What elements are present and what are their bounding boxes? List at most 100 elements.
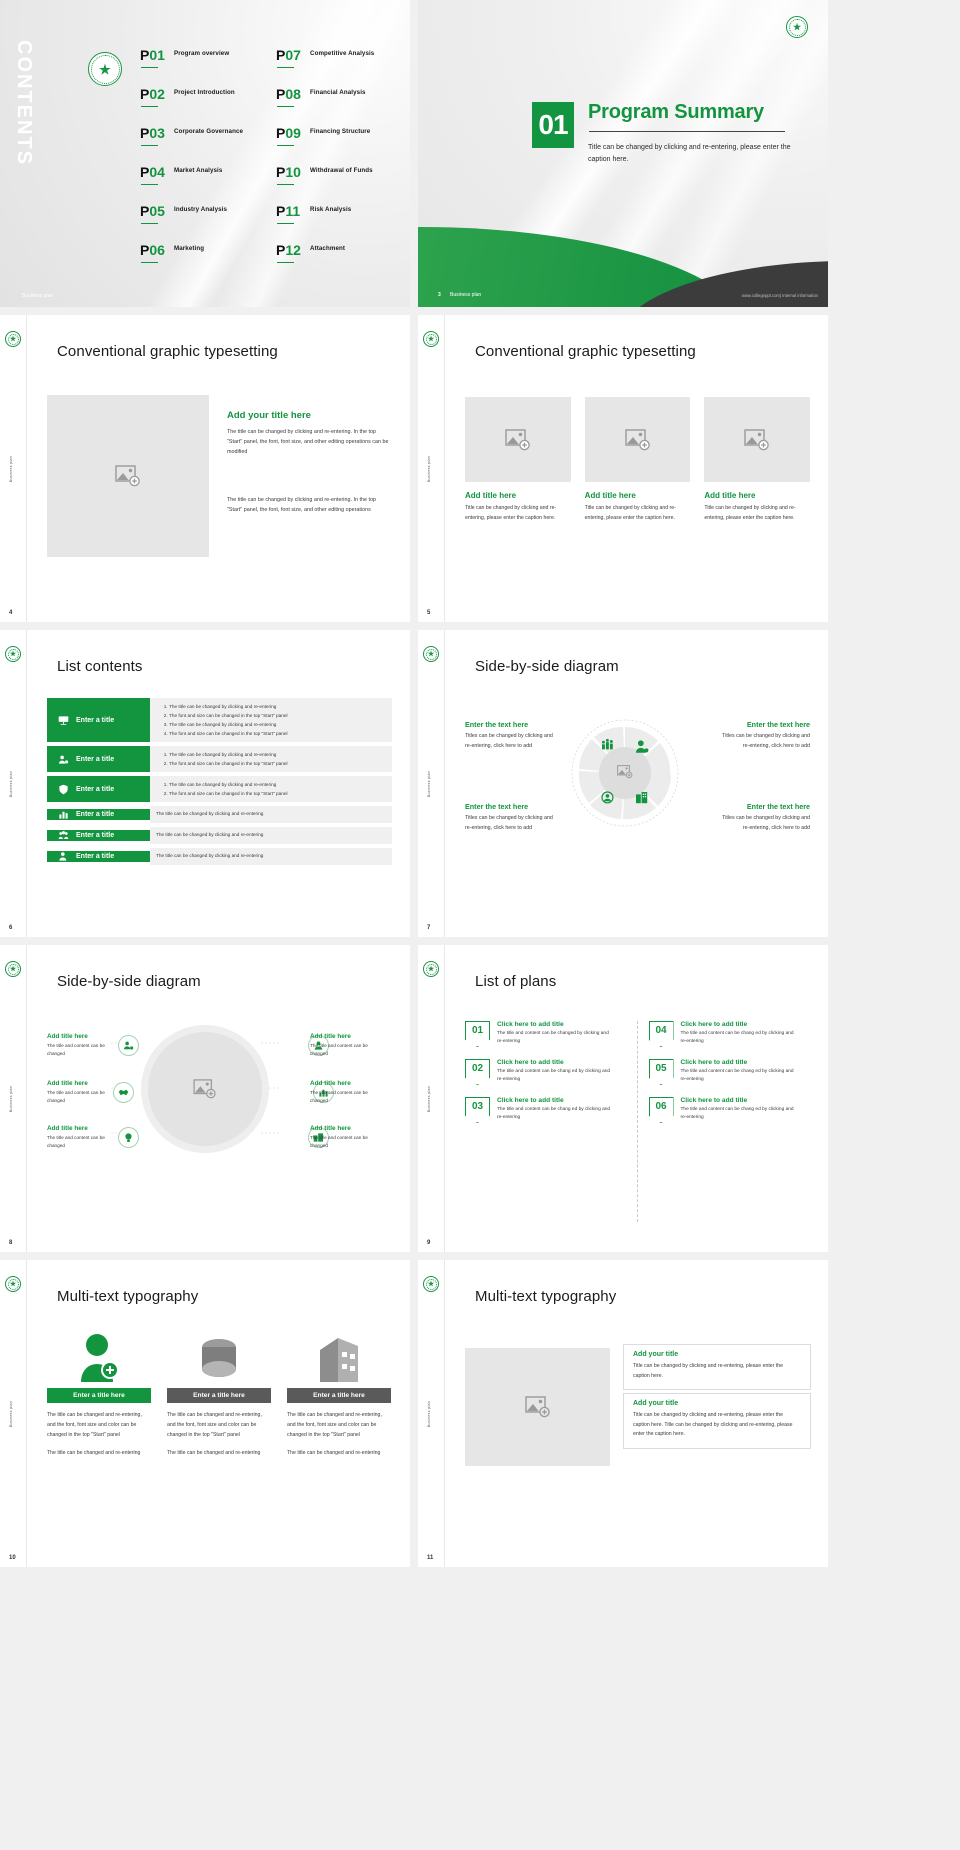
plan-cell[interactable]: 04 Click here to add title The title and… [649, 1021, 811, 1047]
slide-thumbnail-graphic-typesetting-2[interactable]: ★ Business plan 5 Conventional graphic t… [418, 315, 828, 622]
slide-thumbnail-section-01[interactable]: ★ 01 Program Summary Title can be change… [418, 0, 828, 307]
list-item-title: Enter a title [76, 811, 114, 818]
image-placeholder[interactable] [585, 397, 691, 482]
person-check-icon [58, 851, 69, 862]
list-item[interactable]: Enter a title The title can be changed b… [47, 806, 392, 823]
diagram-node[interactable] [118, 1127, 139, 1148]
plan-cell[interactable]: 05 Click here to add title The title and… [649, 1059, 811, 1085]
image-placeholder[interactable] [704, 397, 810, 482]
slide-thumbnail-graphic-typesetting-1[interactable]: ★ Business plan 4 Conventional graphic t… [0, 315, 410, 622]
toc-item[interactable]: P10 Withdrawal of Funds [276, 165, 404, 201]
toc-item[interactable]: P05 Industry Analysis [140, 204, 268, 240]
list-item[interactable]: Enter a title The title can be changed b… [47, 827, 392, 844]
text-card[interactable]: Add your title Title can be changed by c… [623, 1393, 811, 1449]
center-image-circle[interactable] [141, 1025, 269, 1153]
node-text: The title and content can be changed [47, 1134, 117, 1151]
presentation-icon [58, 715, 69, 726]
plan-title: Click here to add title [681, 1021, 799, 1028]
plan-cell[interactable]: 01 Click here to add title The title and… [465, 1021, 627, 1047]
image-placeholder[interactable] [47, 395, 209, 557]
plan-number-badge: 03 [465, 1097, 490, 1123]
slide-thumbnail-list-of-plans[interactable]: ★ Business plan 9 List of plans 01 Click… [418, 945, 828, 1252]
plan-text: The title and content can be chang ed by… [681, 1068, 799, 1085]
toc-item[interactable]: P08 Financial Analysis [276, 87, 404, 123]
slide-thumbnail-multi-text-2[interactable]: ★ Business plan 11 Multi-text typography… [418, 1260, 828, 1567]
side-rail: ★ Business plan 9 [418, 945, 445, 1252]
text-card[interactable]: Add your title Title can be changed by c… [623, 1344, 811, 1390]
list-item-label-cell[interactable]: Enter a title [47, 809, 150, 820]
toc-page-code: P01 [140, 48, 169, 68]
list-bullet: The title can be changed by clicking and… [169, 702, 384, 711]
plan-text: The title and content can be chang ed by… [497, 1068, 615, 1085]
toc-item-label: Competitive Analysis [310, 48, 374, 57]
toc-item[interactable]: P06 Marketing [140, 243, 268, 279]
wheel-text-block: Enter the text here Titles can be change… [718, 802, 810, 834]
toc-item[interactable]: P01 Program overview [140, 48, 268, 84]
slide-thumbnail-list-contents[interactable]: ★ Business plan 6 List contents Enter a … [0, 630, 410, 937]
slide-page-number: 11 [427, 1555, 433, 1561]
node-text: The title and content can be changed [47, 1089, 117, 1106]
block-text: Titles can be changed by clicking and re… [718, 732, 810, 752]
node-text-block: Add title here The title and content can… [310, 1033, 380, 1059]
toc-item[interactable]: P03 Corporate Governance [140, 126, 268, 162]
column-bar-label[interactable]: Enter a title here [47, 1388, 151, 1403]
bulb-icon [123, 1132, 134, 1143]
list-item-title: Enter a title [76, 832, 114, 839]
list-item-label-cell[interactable]: Enter a title [47, 776, 150, 802]
page-title: Side-by-side diagram [475, 658, 619, 675]
list-item[interactable]: Enter a title The title can be changed b… [47, 698, 392, 742]
slide-thumbnail-contents[interactable]: CONTENTS ★ P01 Program overview P07 Comp… [0, 0, 410, 307]
column-bar-label[interactable]: Enter a title here [287, 1388, 391, 1403]
toc-item[interactable]: P11 Risk Analysis [276, 204, 404, 240]
list-item-title: Enter a title [76, 853, 114, 860]
slide-canvas: ★ Business plan 7 Side-by-side diagram [418, 630, 828, 937]
list-item-label-cell[interactable]: Enter a title [47, 698, 150, 742]
database-icon [195, 1336, 243, 1382]
toc-item-label: Industry Analysis [174, 204, 227, 213]
column-text: Title can be changed by clicking and re-… [585, 504, 691, 523]
plan-cell[interactable]: 06 Click here to add title The title and… [649, 1097, 811, 1123]
slide-thumbnail-side-by-side-1[interactable]: ★ Business plan 7 Side-by-side diagram [418, 630, 828, 937]
rail-label: Business plan [9, 1400, 13, 1426]
toc-page-code: P05 [140, 204, 169, 224]
toc-item-label: Program overview [174, 48, 229, 57]
column-text: Title can be changed by clicking and re-… [465, 504, 571, 523]
image-placeholder-icon [625, 429, 651, 451]
column-bar-label[interactable]: Enter a title here [167, 1388, 271, 1403]
list-item-label-cell[interactable]: Enter a title [47, 851, 150, 862]
wheel-text-block: Enter the text here Titles can be change… [718, 720, 810, 752]
list-item-title: Enter a title [76, 786, 114, 793]
list-group: Enter a title The title can be changed b… [47, 698, 392, 869]
column-text: The title can be changed and re-entering… [47, 1411, 151, 1441]
toc-item-label: Marketing [174, 243, 204, 252]
list-item[interactable]: Enter a title The title can be changed b… [47, 746, 392, 772]
slide-thumbnail-grid: CONTENTS ★ P01 Program overview P07 Comp… [0, 0, 960, 1850]
list-item[interactable]: Enter a title The title can be changed b… [47, 776, 392, 802]
slide-thumbnail-side-by-side-2[interactable]: ★ Business plan 8 Side-by-side diagram [0, 945, 410, 1252]
list-bullet: The font and size can be changed in the … [169, 789, 384, 798]
image-placeholder[interactable] [465, 397, 571, 482]
slide-footer-label: Business plan [450, 292, 481, 298]
slide-thumbnail-multi-text-1[interactable]: ★ Business plan 10 Multi-text typography… [0, 1260, 410, 1567]
toc-item[interactable]: P02 Project Introduction [140, 87, 268, 123]
node-title: Add title here [310, 1080, 380, 1087]
page-title: List contents [57, 658, 143, 675]
plan-number-badge: 05 [649, 1059, 674, 1085]
toc-item[interactable]: P07 Competitive Analysis [276, 48, 404, 84]
plan-cell[interactable]: 02 Click here to add title The title and… [465, 1059, 627, 1085]
list-item-label-cell[interactable]: Enter a title [47, 830, 150, 841]
slide-page-number: 3 [438, 292, 441, 298]
diagram-node[interactable] [118, 1035, 139, 1056]
column-title: Add title here [585, 491, 691, 500]
seal-icon: ★ [5, 331, 21, 347]
image-placeholder[interactable] [465, 1348, 610, 1466]
list-item[interactable]: Enter a title The title can be changed b… [47, 848, 392, 865]
toc-item[interactable]: P04 Market Analysis [140, 165, 268, 201]
toc-item[interactable]: P09 Financing Structure [276, 126, 404, 162]
toc-item[interactable]: P12 Attachment [276, 243, 404, 279]
content-column: Enter a title here The title can be chan… [47, 1326, 151, 1459]
list-item-label-cell[interactable]: Enter a title [47, 746, 150, 772]
plan-cell[interactable]: 03 Click here to add title The title and… [465, 1097, 627, 1123]
toc-page-code: P10 [276, 165, 305, 185]
node-text: The title and content can be changed [310, 1134, 380, 1151]
